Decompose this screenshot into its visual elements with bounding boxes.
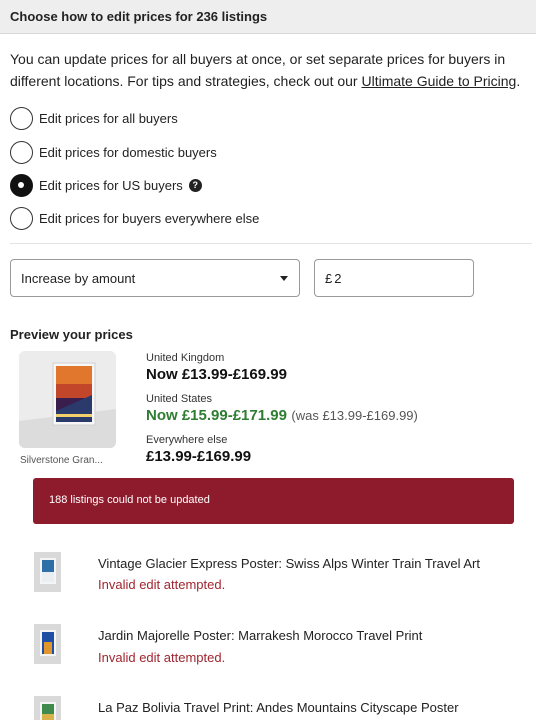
- listing-thumbnail: [19, 351, 116, 448]
- listing-title[interactable]: Vintage Glacier Express Poster: Swiss Al…: [98, 556, 480, 571]
- radio-option-all-buyers[interactable]: Edit prices for all buyers: [10, 105, 178, 131]
- region-price-was: (was £13.99-£169.99): [291, 408, 418, 423]
- poster-image: [34, 552, 61, 592]
- region-label: United States: [146, 393, 213, 405]
- amount-value[interactable]: 2: [334, 271, 341, 286]
- select-value: Increase by amount: [21, 271, 136, 286]
- help-icon[interactable]: ?: [188, 178, 202, 192]
- radio-button[interactable]: [10, 206, 33, 230]
- radio-button-selected[interactable]: [10, 173, 33, 197]
- listing-thumbnail: [34, 552, 61, 592]
- region-label: Everywhere else: [146, 434, 228, 446]
- region-everywhere-else: Everywhere else £13.99-£169.99: [146, 434, 251, 465]
- amount-input[interactable]: £ 2: [314, 259, 474, 297]
- radio-option-domestic-buyers[interactable]: Edit prices for domestic buyers: [10, 139, 217, 165]
- listing-title[interactable]: Jardin Majorelle Poster: Marrakesh Moroc…: [98, 628, 422, 643]
- listing-name: Silverstone Gran...: [20, 455, 103, 466]
- pricing-guide-link[interactable]: Ultimate Guide to Pricing: [361, 73, 516, 89]
- listing-thumbnail: [34, 696, 61, 720]
- radio-label: Edit prices for all buyers: [39, 110, 178, 126]
- chevron-down-icon: [280, 276, 288, 281]
- poster-image: [34, 696, 61, 720]
- intro-suffix: .: [516, 73, 521, 89]
- dialog-title: Choose how to edit prices for 236 listin…: [10, 9, 268, 24]
- error-banner: 188 listings could not be updated: [33, 478, 514, 524]
- currency-prefix: £: [325, 270, 333, 286]
- listing-error: Invalid edit attempted.: [98, 577, 226, 592]
- intro-text: You can update prices for all buyers at …: [10, 48, 530, 92]
- poster-image: [34, 624, 61, 664]
- region-us: United States Now £15.99-£171.99 (was £1…: [146, 393, 418, 425]
- poster-image: [19, 351, 116, 448]
- error-banner-text: 188 listings could not be updated: [49, 494, 210, 506]
- radio-option-us-buyers[interactable]: Edit prices for US buyers ?: [10, 172, 202, 198]
- preview-heading: Preview your prices: [10, 327, 133, 342]
- dialog-header: Choose how to edit prices for 236 listin…: [0, 0, 536, 34]
- radio-button[interactable]: [10, 140, 33, 164]
- listing-title[interactable]: La Paz Bolivia Travel Print: Andes Mount…: [98, 700, 459, 715]
- region-label: United Kingdom: [146, 352, 225, 364]
- radio-label: Edit prices for buyers everywhere else: [39, 210, 260, 226]
- region-price-new: Now £15.99-£171.99: [146, 407, 287, 424]
- listing-thumbnail: [34, 624, 61, 664]
- radio-button[interactable]: [10, 106, 33, 130]
- divider: [10, 243, 532, 244]
- listing-error: Invalid edit attempted.: [98, 650, 226, 665]
- region-price: £13.99-£169.99: [146, 448, 252, 465]
- region-uk: United Kingdom Now £13.99-£169.99: [146, 352, 287, 383]
- region-price: Now £13.99-£169.99: [146, 366, 287, 383]
- price-change-mode-select[interactable]: Increase by amount: [10, 259, 300, 297]
- radio-label: Edit prices for domestic buyers: [39, 144, 217, 160]
- radio-option-everywhere-else[interactable]: Edit prices for buyers everywhere else: [10, 205, 259, 231]
- radio-label: Edit prices for US buyers: [39, 177, 183, 193]
